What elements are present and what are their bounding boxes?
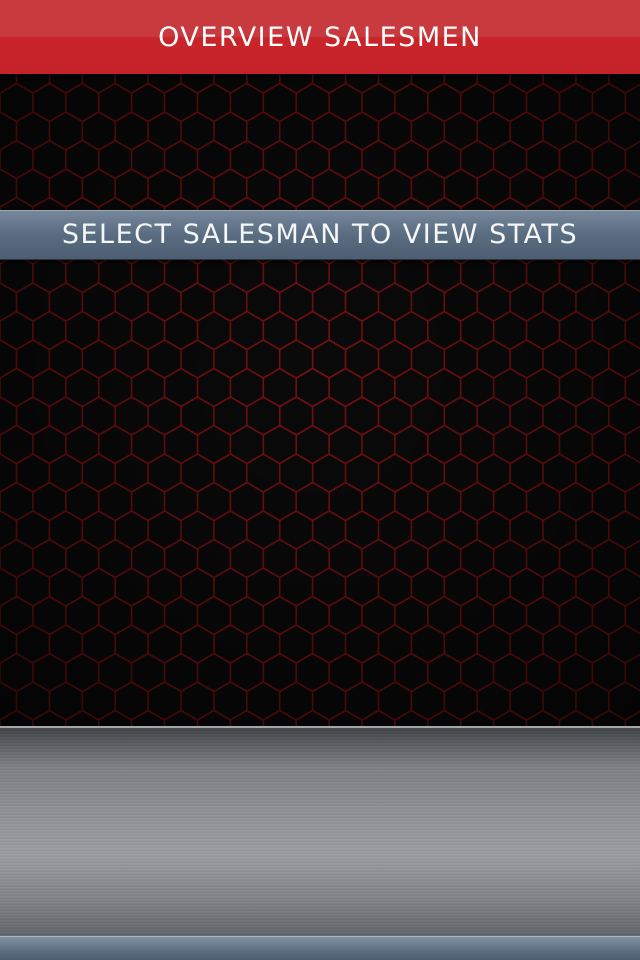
prompt-text: SELECT SALESMAN TO VIEW STATS [61, 219, 579, 250]
header-bar: OVERVIEW SALESMEN [0, 0, 640, 74]
hexagon-background [0, 74, 640, 728]
select-salesman-prompt: SELECT SALESMAN TO VIEW STATS [0, 210, 640, 260]
brushed-metal-panel [0, 726, 640, 938]
bottom-bar [0, 936, 640, 960]
app-screen: OVERVIEW SALESMEN SELECT SALESMAN TO VIE… [0, 0, 640, 960]
page-title: OVERVIEW SALESMEN [158, 22, 482, 53]
